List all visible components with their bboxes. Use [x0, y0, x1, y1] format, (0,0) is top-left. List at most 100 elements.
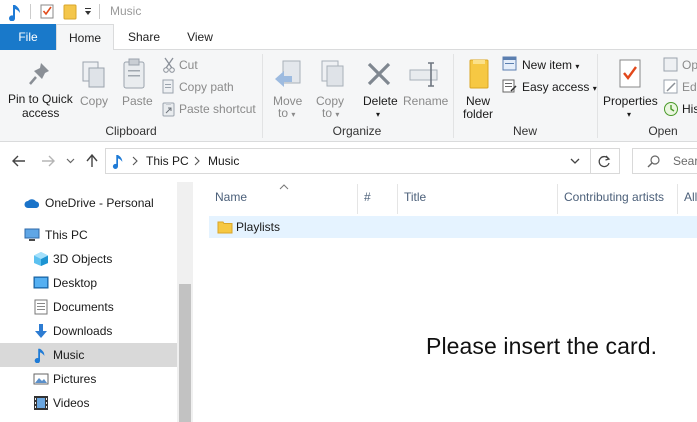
- copy-label: Copy: [80, 94, 109, 108]
- nav-item-label: Desktop: [53, 276, 98, 290]
- window-title: Music: [110, 4, 142, 18]
- 3d-objects-icon: [33, 251, 49, 267]
- cut-label: Cut: [179, 58, 198, 72]
- copy-to-button[interactable]: Copy to ▾: [312, 52, 352, 122]
- refresh-button[interactable]: [590, 148, 620, 174]
- copy-path-button[interactable]: Copy path: [160, 78, 260, 96]
- column-divider[interactable]: [677, 184, 678, 214]
- navigation-bar: This PC Music Searc: [0, 142, 697, 182]
- videos-icon: [33, 395, 49, 411]
- new-item-icon: [502, 56, 518, 72]
- nav-item-this-pc[interactable]: This PC: [0, 223, 177, 247]
- navigation-pane: OneDrive - Personal This PC 3D Objects D…: [0, 182, 193, 422]
- nav-item-desktop[interactable]: Desktop: [0, 271, 177, 295]
- nav-item-pictures[interactable]: Pictures: [0, 367, 177, 391]
- paste-shortcut-label: Paste shortcut: [179, 102, 256, 116]
- breadcrumb-this-pc[interactable]: This PC: [146, 154, 189, 168]
- copy-button[interactable]: Copy: [78, 52, 110, 122]
- onedrive-icon: [24, 197, 40, 213]
- address-dropdown-chevron-icon[interactable]: [570, 158, 580, 165]
- open-icon: [663, 57, 679, 73]
- customize-toolbar-chevron-icon[interactable]: [83, 6, 93, 18]
- nav-item-label: Documents: [53, 300, 114, 314]
- nav-item-label: Pictures: [53, 372, 97, 386]
- downloads-icon: [33, 323, 49, 339]
- history-button[interactable]: His: [663, 100, 697, 118]
- breadcrumb-music[interactable]: Music: [208, 154, 239, 168]
- breadcrumb-separator-icon: [132, 156, 138, 166]
- easy-access-icon: [502, 78, 518, 94]
- rename-button[interactable]: Rename: [402, 52, 448, 122]
- title-separator: [30, 4, 31, 19]
- organize-group-label: Organize: [332, 124, 382, 138]
- nav-item-label: OneDrive - Personal: [45, 196, 154, 210]
- tab-share[interactable]: Share: [116, 24, 172, 50]
- delete-dropdown-caret: ▾: [376, 110, 381, 119]
- new-folder-button[interactable]: New folder: [458, 52, 502, 122]
- paste-button[interactable]: Paste: [118, 52, 154, 122]
- desktop-icon: [33, 275, 49, 291]
- music-location-icon: [112, 152, 124, 170]
- delete-x-icon: [366, 61, 392, 87]
- tab-file[interactable]: File: [0, 24, 56, 50]
- new-folder-label-line1: New: [466, 94, 491, 108]
- pin-label-line1: Pin to Quick: [8, 92, 73, 106]
- easy-access-label: Easy access: [522, 80, 590, 94]
- copy-path-icon: [162, 79, 176, 95]
- nav-item-documents[interactable]: Documents: [0, 295, 177, 319]
- delete-label: Delete: [363, 94, 398, 108]
- this-pc-icon: [24, 228, 40, 244]
- nav-item-3d-objects[interactable]: 3D Objects: [0, 247, 177, 271]
- table-row[interactable]: Playlists: [209, 216, 697, 238]
- new-folder-label-line2: folder: [463, 107, 494, 121]
- new-folder-quick-icon[interactable]: [63, 4, 77, 20]
- history-label: His: [682, 102, 697, 116]
- easy-access-button[interactable]: Easy access ▾: [502, 78, 597, 96]
- properties-dropdown-caret: ▾: [627, 110, 632, 119]
- pictures-icon: [33, 371, 49, 387]
- title-separator-2: [99, 4, 100, 19]
- edit-button[interactable]: Edi: [663, 78, 697, 96]
- nav-item-label: Music: [53, 348, 85, 362]
- move-to-button[interactable]: Move to ▾: [268, 52, 308, 122]
- search-box[interactable]: Searc: [632, 148, 697, 174]
- address-bar[interactable]: This PC Music: [105, 148, 591, 174]
- insert-card-message: Please insert the card.: [426, 333, 658, 359]
- new-group-label: New: [512, 124, 537, 138]
- column-header-number[interactable]: #: [364, 190, 371, 204]
- open-button[interactable]: Op: [663, 56, 697, 74]
- copy-path-label: Copy path: [179, 80, 234, 94]
- nav-item-onedrive[interactable]: OneDrive - Personal: [0, 191, 177, 215]
- tab-view[interactable]: View: [172, 24, 228, 50]
- back-arrow-icon[interactable]: [12, 155, 26, 167]
- copy-icon: [80, 60, 108, 90]
- properties-button[interactable]: Properties ▾: [602, 52, 658, 122]
- recent-locations-chevron-icon[interactable]: [66, 158, 75, 164]
- tab-home[interactable]: Home: [56, 24, 114, 51]
- documents-icon: [33, 299, 49, 315]
- column-header-album[interactable]: All: [684, 190, 697, 204]
- nav-item-music[interactable]: Music: [0, 343, 177, 367]
- new-item-button[interactable]: New item ▾: [502, 56, 594, 74]
- paste-shortcut-icon: [162, 101, 176, 117]
- nav-item-downloads[interactable]: Downloads: [0, 319, 177, 343]
- edit-icon: [663, 79, 679, 95]
- column-divider[interactable]: [557, 184, 558, 214]
- column-divider[interactable]: [357, 184, 358, 214]
- up-arrow-icon[interactable]: [86, 154, 98, 168]
- column-divider[interactable]: [397, 184, 398, 214]
- paste-shortcut-button[interactable]: Paste shortcut: [160, 100, 260, 118]
- column-header-title[interactable]: Title: [404, 190, 426, 204]
- delete-button[interactable]: Delete ▾: [360, 52, 400, 122]
- properties-quick-icon[interactable]: [40, 4, 55, 19]
- nav-item-videos[interactable]: Videos: [0, 391, 177, 415]
- copy-to-label-line2: to: [322, 106, 333, 120]
- forward-arrow-icon[interactable]: [41, 155, 55, 167]
- scissors-icon: [162, 57, 176, 73]
- nav-scrollbar-thumb[interactable]: [179, 284, 191, 422]
- pin-to-quick-access-button[interactable]: Pin to Quick access: [6, 52, 76, 122]
- cut-button[interactable]: Cut: [160, 56, 260, 74]
- column-header-contributing-artists[interactable]: Contributing artists: [564, 190, 664, 204]
- pin-label-line2: access: [22, 106, 60, 120]
- column-header-name[interactable]: Name: [215, 190, 247, 204]
